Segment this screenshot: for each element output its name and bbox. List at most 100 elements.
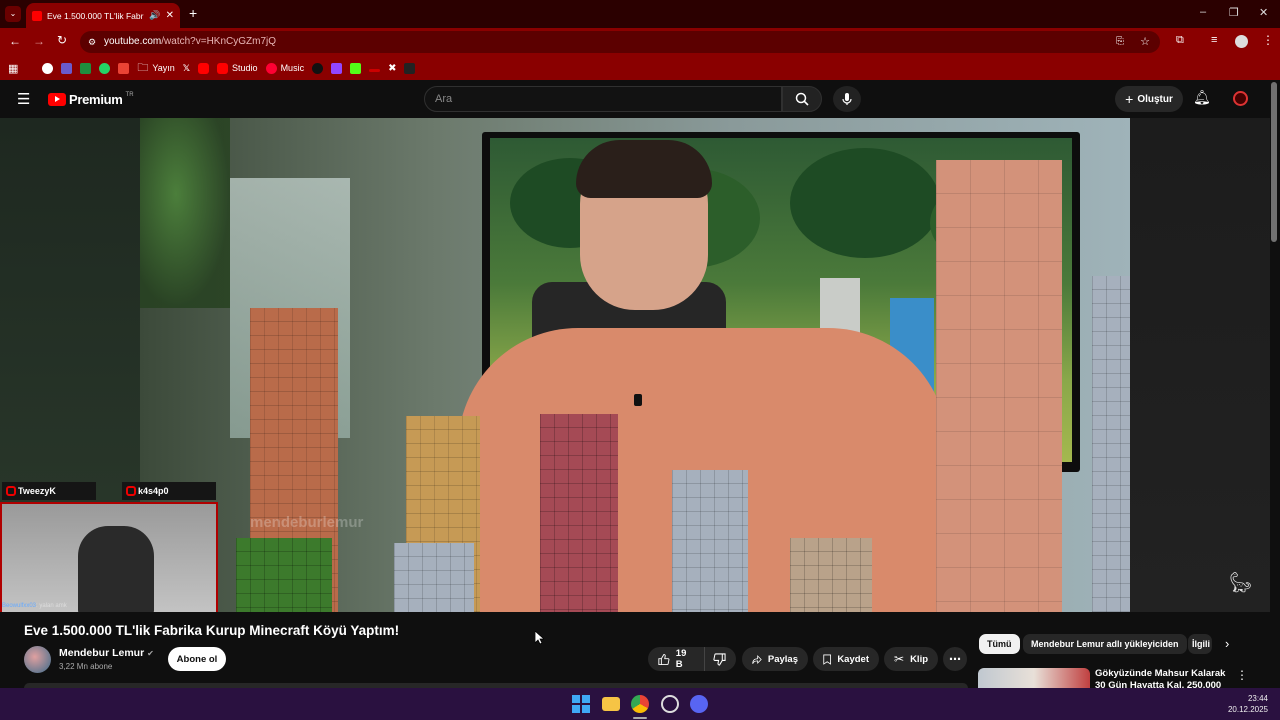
more-actions-button[interactable]: ⋯: [943, 647, 967, 671]
logo-region: TR: [125, 91, 134, 98]
bookmark-label-yayin: Yayın: [152, 63, 175, 73]
bookmark-terminal[interactable]: [404, 62, 416, 74]
speaker-icon[interactable]: 🔊: [149, 10, 160, 21]
clip-button[interactable]: ✂ Klip: [884, 647, 938, 671]
notifications-bell-icon[interactable]: 🔔︎: [1193, 89, 1211, 106]
youtube-premium-logo[interactable]: Premium TR: [48, 92, 134, 107]
bookmark-x-box[interactable]: ✖: [388, 63, 396, 74]
chevron-right-icon[interactable]: ›: [1225, 636, 1229, 651]
scissors-icon: ✂: [894, 652, 905, 666]
bookmark-twitch[interactable]: [331, 62, 343, 74]
bookmark-github[interactable]: [312, 62, 324, 74]
site-info-icon[interactable]: ⚙: [88, 31, 96, 53]
chrome-icon[interactable]: [631, 695, 649, 713]
page-scrollbar[interactable]: [1271, 82, 1277, 242]
gmail-icon: [118, 62, 130, 74]
recommended-title[interactable]: Gökyüzünde Mahsur Kalarak 30 Gün Hayatta…: [1095, 668, 1230, 688]
thumbs-down-icon: [713, 652, 726, 666]
address-bar[interactable]: ⚙ youtube.com/watch?v=HKnCyGZm7jQ ⎘ ☆: [80, 31, 1160, 53]
like-button[interactable]: 19 B: [648, 647, 704, 671]
search-input[interactable]: Ara: [424, 86, 782, 112]
terminal-icon: [404, 62, 416, 74]
chip-related[interactable]: İlgili: [1188, 634, 1212, 654]
microphone-icon: [842, 93, 852, 105]
browser-menu-icon[interactable]: ⋮: [1262, 33, 1274, 47]
bookmark-star-icon[interactable]: ☆: [1140, 31, 1150, 53]
plant: [140, 118, 230, 308]
chat-text: : yalan amk: [36, 603, 67, 609]
bookmark-sheets[interactable]: [80, 62, 92, 74]
presenter-hair: [576, 140, 712, 198]
youtube-music-icon: [265, 62, 277, 74]
bookmark-folder-yayin[interactable]: 🗀 Yayın: [137, 59, 174, 78]
chat-user: Beowulfxx03: [2, 603, 37, 609]
tab-close-icon[interactable]: ✕: [166, 10, 174, 21]
thumbs-up-icon: [658, 653, 670, 665]
active-app-indicator: [633, 717, 647, 719]
channel-name-text: Mendebur Lemur: [59, 647, 145, 659]
webcam-overlay: [0, 502, 218, 612]
back-icon[interactable]: ←: [9, 34, 21, 48]
bookmark-studio[interactable]: Studio: [217, 62, 258, 74]
sheets-icon: [80, 62, 92, 74]
whatsapp-icon: [99, 62, 111, 74]
app-icon-taskbar[interactable]: [661, 695, 679, 713]
bookmark-kick[interactable]: [350, 62, 362, 74]
bookmark-music[interactable]: Music: [265, 62, 304, 74]
chip-from-uploader[interactable]: Mendebur Lemur adlı yükleyiciden: [1023, 634, 1187, 654]
voice-search-button[interactable]: [833, 86, 861, 112]
search-button[interactable]: [782, 86, 822, 112]
link-icon: [369, 68, 381, 72]
windows-start-icon[interactable]: [572, 695, 590, 713]
install-app-icon[interactable]: ⎘: [1116, 31, 1124, 53]
create-button[interactable]: + Oluştur: [1115, 86, 1183, 112]
media-control-icon[interactable]: ≡: [1211, 34, 1217, 46]
system-clock[interactable]: 23:44 20.12.2025: [1228, 693, 1268, 715]
browser-tab-active[interactable]: Eve 1.500.000 TL'lik Fabrika 🔊 ✕: [26, 3, 180, 28]
account-avatar[interactable]: [1233, 91, 1248, 106]
tab-search-button[interactable]: ⌄: [5, 6, 21, 22]
channel-name[interactable]: Mendebur Lemur ✔: [59, 647, 154, 659]
stone-tower-right: [1092, 276, 1130, 612]
extensions-icon[interactable]: ⧉: [1176, 34, 1184, 47]
new-tab-button[interactable]: +: [189, 5, 197, 21]
x-icon: 𝕏: [182, 62, 191, 73]
overlay-name-left-text: TweezyK: [18, 486, 56, 496]
discord-icon[interactable]: [690, 695, 708, 713]
bookmark-app[interactable]: [61, 62, 73, 74]
video-right-backdrop: [1130, 118, 1270, 612]
dislike-button[interactable]: [704, 647, 736, 671]
restore-icon[interactable]: ❐: [1229, 6, 1239, 19]
bookmark-chatgpt[interactable]: [42, 62, 54, 74]
tab-title: Eve 1.500.000 TL'lik Fabrika: [47, 10, 145, 21]
subscribe-button[interactable]: Abone ol: [168, 647, 226, 671]
url-path: /watch?v=HKnCyGZm7jQ: [161, 36, 277, 47]
save-button[interactable]: Kaydet: [813, 647, 879, 671]
profile-avatar[interactable]: [1235, 35, 1248, 48]
bookmark-x[interactable]: 𝕏: [183, 63, 190, 74]
chip-all[interactable]: Tümü: [979, 634, 1020, 654]
chatgpt-icon: [42, 62, 54, 74]
hamburger-menu-icon[interactable]: ☰: [17, 90, 30, 108]
share-label: Paylaş: [767, 653, 798, 665]
share-button[interactable]: Paylaş: [742, 647, 808, 671]
logo-text: Premium: [69, 92, 123, 107]
minimize-icon[interactable]: –: [1200, 6, 1206, 18]
plus-icon: +: [1125, 91, 1134, 107]
clock-date: 20.12.2025: [1227, 705, 1268, 714]
bookmark-youtube[interactable]: [198, 62, 210, 74]
stone-stack: [394, 543, 474, 612]
youtube-favicon-icon: [32, 10, 42, 21]
bookmark-gmail[interactable]: [118, 62, 130, 74]
close-window-icon[interactable]: ✕: [1259, 6, 1268, 19]
bookmark-link[interactable]: [369, 65, 381, 72]
recommended-thumbnail[interactable]: [978, 668, 1090, 688]
forward-icon[interactable]: →: [33, 34, 45, 48]
file-explorer-icon[interactable]: [602, 697, 620, 711]
bookmark-whatsapp[interactable]: [99, 62, 111, 74]
recommended-menu-icon[interactable]: ⋮: [1236, 668, 1248, 682]
video-player[interactable]: 🦕︎ TweezyK k4s4p0 mendeburlemur: [0, 118, 1270, 612]
apps-grid-icon[interactable]: ▦: [8, 62, 18, 75]
channel-avatar[interactable]: [24, 646, 51, 673]
reload-icon[interactable]: ↻: [57, 33, 67, 47]
